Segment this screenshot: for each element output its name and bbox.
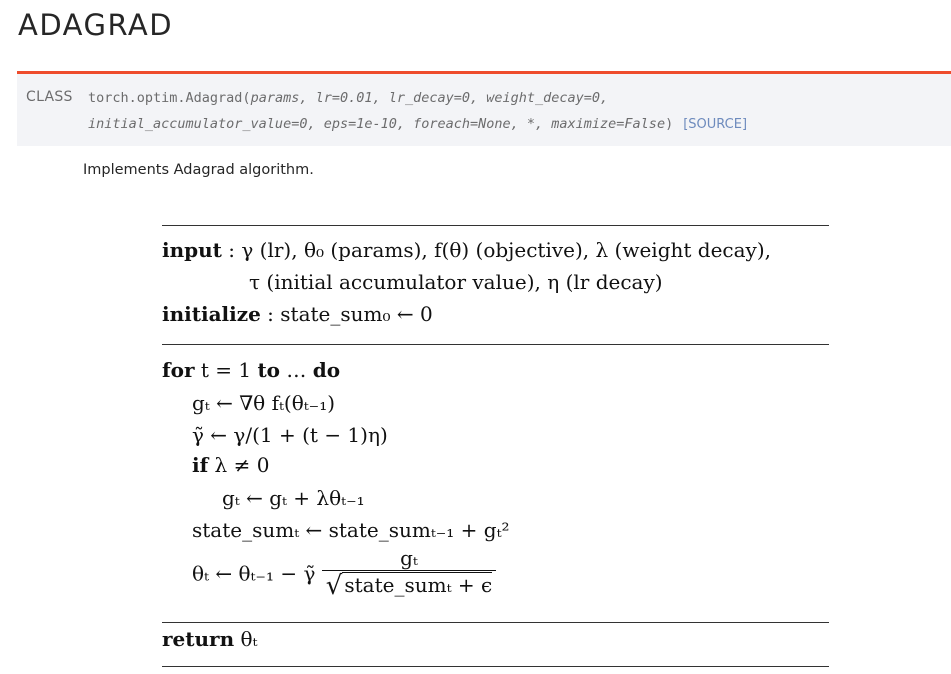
- page-title: ADAGRAD: [18, 8, 174, 42]
- signature-prefix: torch.optim.Adagrad(: [88, 90, 251, 106]
- class-label: CLASS: [26, 89, 73, 105]
- update-lhs: θₜ ← θₜ₋₁ − γ̃: [192, 561, 316, 586]
- return-value: θₜ: [234, 627, 258, 651]
- do-keyword: do: [312, 358, 341, 382]
- algo-step-state-sum: state_sumₜ ← state_sumₜ₋₁ + gₜ²: [192, 518, 510, 542]
- update-denominator-text: state_sumₜ + ϵ: [342, 572, 493, 597]
- algo-input-line-2: τ (initial accumulator value), η (lr dec…: [249, 270, 663, 294]
- sqrt-icon: √: [325, 571, 343, 601]
- input-text-1: : γ (lr), θ₀ (params), f(θ) (objective),…: [221, 238, 771, 262]
- algo-if-line: if λ ≠ 0: [192, 453, 269, 477]
- for-range: t = 1: [194, 358, 258, 382]
- signature-params-1: params, lr=0.01, lr_decay=0, weight_deca…: [250, 90, 609, 106]
- update-numerator: gₜ: [400, 546, 418, 570]
- signature-params-2: initial_accumulator_value=0, eps=1e-10, …: [88, 116, 666, 132]
- update-denominator: √ state_sumₜ + ϵ: [321, 570, 497, 601]
- update-fraction: gₜ √ state_sumₜ + ϵ: [321, 546, 497, 601]
- algo-rule-top: [162, 225, 829, 226]
- initialize-keyword: initialize: [162, 302, 261, 326]
- algo-initialize-line: initialize : state_sum₀ ← 0: [162, 302, 433, 326]
- for-dots: …: [280, 358, 313, 382]
- algo-step-update: θₜ ← θₜ₋₁ − γ̃ gₜ √ state_sumₜ + ϵ: [192, 546, 497, 601]
- algo-rule-lower: [162, 622, 829, 623]
- to-keyword: to: [257, 358, 281, 382]
- algo-input-line-1: input : γ (lr), θ₀ (params), f(θ) (objec…: [162, 238, 771, 262]
- class-signature: CLASS torch.optim.Adagrad(params, lr=0.0…: [17, 71, 951, 146]
- description: Implements Adagrad algorithm.: [83, 162, 314, 178]
- algo-step-gradient: gₜ ← ∇θ fₜ(θₜ₋₁): [192, 391, 336, 415]
- initialize-text: : state_sum₀ ← 0: [260, 302, 433, 326]
- signature-line-1: torch.optim.Adagrad(params, lr=0.01, lr_…: [88, 90, 608, 106]
- if-keyword: if: [192, 453, 209, 477]
- input-keyword: input: [162, 238, 222, 262]
- return-keyword: return: [162, 627, 235, 651]
- algo-step-lr: γ̃ ← γ/(1 + (t − 1)η): [192, 423, 388, 447]
- source-link[interactable]: [SOURCE]: [683, 117, 747, 132]
- if-condition: λ ≠ 0: [208, 453, 270, 477]
- algo-rule-bottom: [162, 666, 829, 667]
- algo-for-line: for t = 1 to … do: [162, 358, 340, 382]
- algo-return-line: return θₜ: [162, 627, 257, 651]
- for-keyword: for: [162, 358, 195, 382]
- algo-step-weight-decay: gₜ ← gₜ + λθₜ₋₁: [222, 486, 365, 510]
- algo-rule-middle: [162, 344, 829, 345]
- signature-close: ): [665, 116, 674, 132]
- page: ADAGRAD CLASS torch.optim.Adagrad(params…: [0, 0, 951, 674]
- signature-line-2: initial_accumulator_value=0, eps=1e-10, …: [88, 116, 747, 132]
